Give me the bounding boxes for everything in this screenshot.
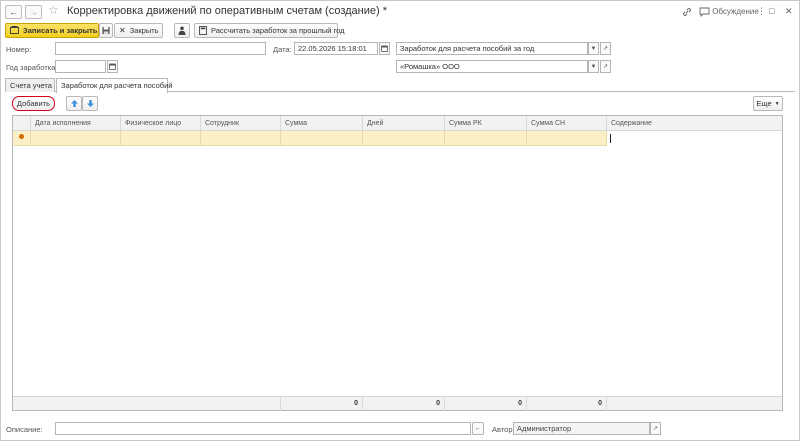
operation-dropdown-button[interactable]: ▼ <box>588 42 599 55</box>
link-icon: ↗ <box>602 63 609 70</box>
save-and-close-label: Записать и закрыть <box>23 26 98 35</box>
favorite-star-icon[interactable]: ☆ <box>48 4 59 16</box>
description-label: Описание: <box>6 425 43 434</box>
total-amount: 0 <box>281 397 363 411</box>
operation-open-button[interactable]: ↗ <box>600 42 611 55</box>
year-calendar-button[interactable] <box>107 60 118 73</box>
more-actions-icon[interactable]: ⋮ <box>757 6 766 17</box>
link-icon: ↗ <box>602 45 609 52</box>
tab-bar: Счета учета Заработок для расчета пособи… <box>5 78 795 93</box>
table-row[interactable] <box>13 131 782 146</box>
tab-earnings[interactable]: Заработок для расчета пособий <box>56 78 173 93</box>
operation-select[interactable]: Заработок для расчета пособий за год <box>396 42 588 55</box>
discussion-label: Обсуждение <box>712 7 759 16</box>
footer-content-spacer <box>607 397 782 411</box>
cell-individual[interactable] <box>121 131 201 146</box>
col-execution-date[interactable]: Дата исполнения <box>31 116 121 131</box>
chevron-down-icon: ▼ <box>590 45 597 52</box>
person-icon <box>178 26 186 35</box>
table-footer: 0 0 0 0 <box>13 396 782 411</box>
calendar-icon <box>109 63 116 70</box>
link-icon: ↗ <box>652 425 659 432</box>
organization-dropdown-button[interactable]: ▼ <box>588 60 599 73</box>
total-days: 0 <box>363 397 445 411</box>
col-amount[interactable]: Сумма <box>281 116 363 131</box>
date-calendar-button[interactable] <box>379 42 390 55</box>
footer-spacer <box>13 397 281 411</box>
add-row-button[interactable]: Добавить <box>12 96 55 111</box>
forward-button[interactable]: → <box>25 5 42 19</box>
organization-select[interactable]: «Ромашка» ООО <box>396 60 588 73</box>
total-amount-rk: 0 <box>445 397 527 411</box>
total-amount-sn: 0 <box>527 397 607 411</box>
earnings-year-label: Год заработка: <box>6 63 58 72</box>
author-input[interactable]: Администратор <box>513 422 650 435</box>
cell-employee[interactable] <box>201 131 281 146</box>
maximize-icon[interactable]: □ <box>769 6 774 17</box>
author-open-button[interactable]: ↗ <box>650 422 661 435</box>
close-button[interactable]: ✕ Закрыть <box>114 23 163 38</box>
text-cursor <box>610 134 611 143</box>
number-label: Номер: <box>6 45 32 54</box>
tab-accounts[interactable]: Счета учета <box>5 78 55 92</box>
arrow-down-icon <box>86 100 94 107</box>
number-input[interactable] <box>55 42 266 55</box>
chevron-down-icon: ▼ <box>774 100 780 107</box>
row-marker <box>13 131 31 146</box>
current-row-icon <box>19 134 24 139</box>
chevron-down-icon: ▼ <box>590 63 597 70</box>
floppy-disk-icon <box>102 26 110 35</box>
cell-amount[interactable] <box>281 131 363 146</box>
back-arrow-icon: ← <box>474 425 482 432</box>
employee-button[interactable] <box>174 23 190 38</box>
close-icon: ✕ <box>119 25 126 35</box>
close-window-icon[interactable]: ✕ <box>785 6 793 17</box>
col-content[interactable]: Содержание <box>607 116 782 131</box>
close-label: Закрыть <box>129 26 159 35</box>
title-bar: ← → ☆ Корректировка движений по оператив… <box>1 1 799 21</box>
organization-open-button[interactable]: ↗ <box>600 60 611 73</box>
table-header: Дата исполнения Физическое лицо Сотрудни… <box>13 116 782 131</box>
more-button[interactable]: Еще ▼ <box>753 96 783 111</box>
discussion-button[interactable]: Обсуждение <box>699 6 759 17</box>
back-button[interactable]: ← <box>5 5 22 19</box>
earnings-year-input[interactable] <box>55 60 106 73</box>
save-and-close-button[interactable]: Записать и закрыть <box>5 23 99 38</box>
post-document-icon <box>10 26 19 35</box>
save-button[interactable] <box>99 23 113 38</box>
author-label: Автор: <box>492 425 515 434</box>
move-up-button[interactable] <box>66 96 82 111</box>
calculate-earnings-label: Рассчитать заработок за прошлый год <box>211 26 345 35</box>
cell-content-editor[interactable] <box>607 131 782 146</box>
description-input[interactable] <box>55 422 471 435</box>
cell-days[interactable] <box>363 131 445 146</box>
cell-execution-date[interactable] <box>31 131 121 146</box>
earnings-table[interactable]: Дата исполнения Физическое лицо Сотрудни… <box>12 115 783 411</box>
date-label: Дата: <box>273 45 292 54</box>
col-employee[interactable]: Сотрудник <box>201 116 281 131</box>
chat-icon <box>699 7 710 17</box>
link-icon[interactable] <box>682 6 692 17</box>
calculate-earnings-button[interactable]: Рассчитать заработок за прошлый год <box>194 23 344 38</box>
description-open-button[interactable]: ← <box>472 422 484 435</box>
move-down-button[interactable] <box>82 96 98 111</box>
col-days[interactable]: Дней <box>363 116 445 131</box>
more-label: Еще <box>756 99 772 108</box>
cell-amount-sn[interactable] <box>527 131 607 146</box>
col-amount-rk[interactable]: Сумма РК <box>445 116 527 131</box>
window-title: Корректировка движений по оперативным сч… <box>67 5 388 17</box>
row-marker-header <box>13 116 31 131</box>
date-input[interactable]: 22.05.2026 15:18:01 <box>294 42 378 55</box>
col-amount-sn[interactable]: Сумма СН <box>527 116 607 131</box>
arrow-right-icon: → <box>29 6 38 17</box>
col-individual[interactable]: Физическое лицо <box>121 116 201 131</box>
cell-amount-rk[interactable] <box>445 131 527 146</box>
document-window: ← → ☆ Корректировка движений по оператив… <box>0 0 800 441</box>
arrow-left-icon: ← <box>9 6 18 17</box>
arrow-up-icon <box>70 100 78 107</box>
calendar-icon <box>381 45 388 52</box>
calculator-icon <box>199 26 207 35</box>
